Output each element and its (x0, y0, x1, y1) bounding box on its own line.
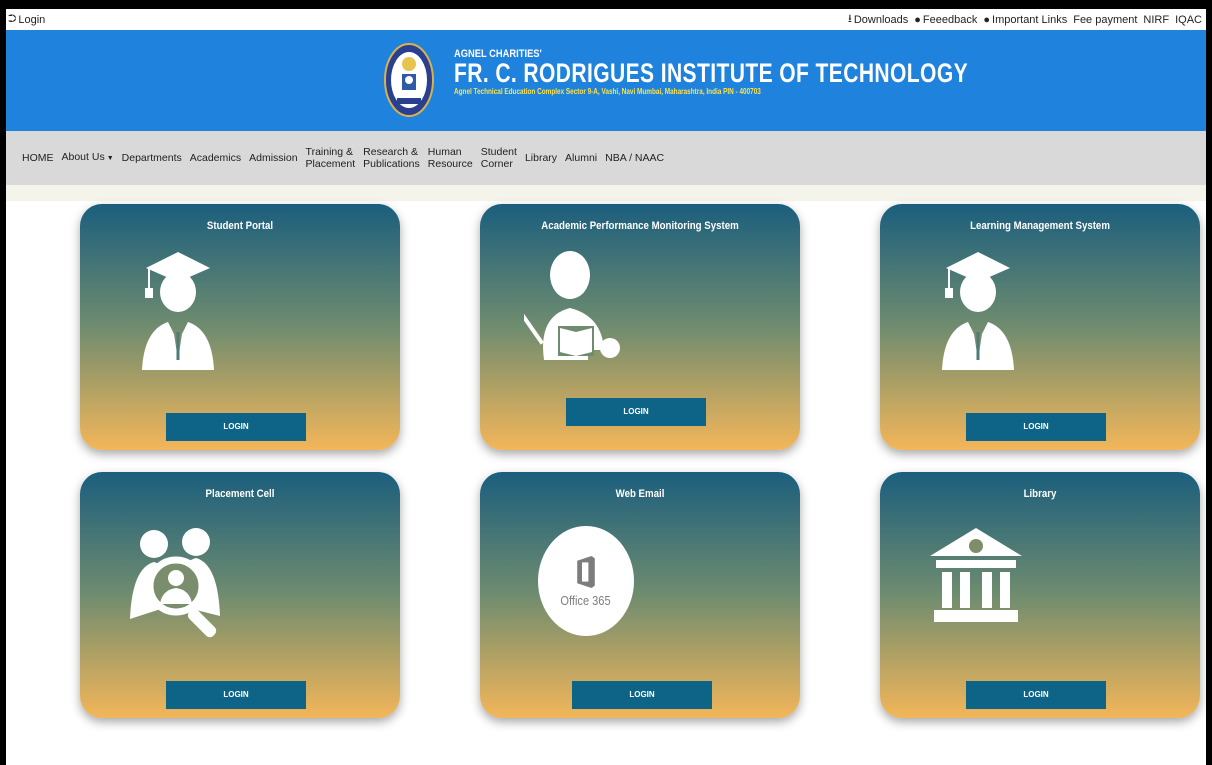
main-nav: HOME About Us ▼ Departments Academics Adm… (6, 131, 1206, 185)
nav-human-resource[interactable]: Human Resource (428, 146, 473, 170)
institute-logo[interactable] (383, 42, 435, 120)
feedback-label: Feeedback (922, 13, 978, 26)
login-button[interactable]: LOGIN (966, 681, 1106, 709)
nav-nba-naac[interactable]: NBA / NAAC (605, 152, 664, 164)
teacher-icon (524, 251, 620, 360)
nav-alumni[interactable]: Alumni (565, 152, 597, 164)
institute-address: Agnel Technical Education Complex Sector… (454, 87, 761, 96)
nav-about-label: About Us (61, 151, 105, 163)
brand-block: AGNEL CHARITIES' FR. C. RODRIGUES INSTIT… (454, 48, 1113, 96)
nav-departments[interactable]: Departments (122, 152, 182, 164)
nav-alumni-label: Alumni (565, 152, 598, 164)
card-title: Placement Cell (205, 488, 275, 500)
login-button[interactable]: LOGIN (166, 413, 306, 441)
site-header: AGNEL CHARITIES' FR. C. RODRIGUES INSTIT… (6, 30, 1206, 131)
nav-nba-label: NBA / NAAC (605, 152, 665, 164)
nav-student-corner[interactable]: Student Corner (481, 146, 517, 170)
card-title: Student Portal (206, 220, 274, 232)
nav-human-line1: Human (427, 146, 462, 158)
graduate-icon (142, 252, 214, 370)
login-button[interactable]: LOGIN (966, 413, 1106, 441)
downloads-label: Downloads (853, 13, 909, 26)
nav-departments-label: Departments (121, 152, 182, 164)
nav-admission[interactable]: Admission (249, 152, 297, 164)
nav-training-line1: Training & (305, 146, 354, 158)
nav-home-label: HOME (22, 152, 54, 164)
card-lms: Learning Management System LOGIN (880, 204, 1200, 450)
nav-research-publications[interactable]: Research & Publications (363, 146, 420, 170)
login-label: Login (18, 13, 46, 26)
card-title: Library (1023, 488, 1057, 500)
card-apms: Academic Performance Monitoring System L… (480, 204, 800, 450)
nav-research-line1: Research & (363, 146, 419, 158)
browser-page: ⮊ Login ⭳ Downloads ● Feeedback ● Import… (6, 9, 1206, 765)
login-button[interactable]: LOGIN (566, 398, 706, 426)
downloads-link[interactable]: ⭳ Downloads (848, 10, 908, 29)
globe-icon: ● (914, 13, 921, 26)
feedback-link[interactable]: ● Feeedback (914, 14, 977, 26)
nirf-link[interactable]: NIRF (1143, 14, 1169, 26)
card-placement-cell: Placement Cell LOGIN (80, 472, 400, 718)
card-library: Library LOGIN (880, 472, 1200, 718)
nav-academics-label: Academics (189, 152, 242, 164)
important-links-label: Important Links (992, 13, 1068, 26)
login-button[interactable]: LOGIN (572, 681, 712, 709)
card-student-portal: Student Portal LOGIN (80, 204, 400, 450)
people-search-icon (130, 528, 220, 638)
divider-strip (6, 185, 1206, 201)
nirf-label: NIRF (1143, 13, 1170, 26)
graduate-icon (942, 252, 1014, 370)
important-links-link[interactable]: ● Important Links (983, 14, 1067, 26)
card-title: Learning Management System (970, 220, 1110, 232)
iqac-label: IQAC (1175, 13, 1202, 26)
nav-research-line2: Publications (363, 158, 420, 170)
card-title: Web Email (615, 488, 665, 500)
nav-student-line2: Corner (480, 158, 513, 170)
nav-about-us[interactable]: About Us ▼ (62, 151, 114, 165)
office-logo-icon (577, 555, 595, 588)
login-link[interactable]: ⮊ Login (8, 13, 45, 26)
nav-training-placement[interactable]: Training & Placement (306, 146, 356, 170)
nav-admission-label: Admission (249, 152, 298, 164)
nav-library-label: Library (524, 152, 558, 164)
nav-library[interactable]: Library (525, 152, 557, 164)
library-building-icon (930, 528, 1022, 622)
institute-title[interactable]: FR. C. RODRIGUES INSTITUTE OF TECHNOLOGY (454, 59, 968, 87)
caret-down-icon: ▼ (106, 155, 114, 162)
top-utility-bar: ⮊ Login ⭳ Downloads ● Feeedback ● Import… (6, 9, 1206, 30)
iqac-link[interactable]: IQAC (1175, 14, 1202, 26)
fee-payment-link[interactable]: Fee payment (1073, 14, 1137, 26)
card-title: Academic Performance Monitoring System (541, 220, 739, 232)
nav-training-line2: Placement (305, 158, 356, 170)
office365-label: Office 365 (560, 592, 612, 608)
office365-icon: Office 365 (538, 526, 634, 636)
sign-in-icon: ⮊ (8, 13, 17, 25)
nav-human-line2: Resource (427, 158, 473, 170)
nav-home[interactable]: HOME (22, 152, 54, 164)
globe-icon: ● (983, 13, 991, 26)
download-icon: ⭳ (847, 13, 852, 25)
fee-payment-label: Fee payment (1073, 13, 1138, 26)
nav-student-line1: Student (480, 146, 517, 158)
card-web-email: Web Email Office 365 LOGIN (480, 472, 800, 718)
nav-academics[interactable]: Academics (190, 152, 241, 164)
login-button[interactable]: LOGIN (166, 681, 306, 709)
